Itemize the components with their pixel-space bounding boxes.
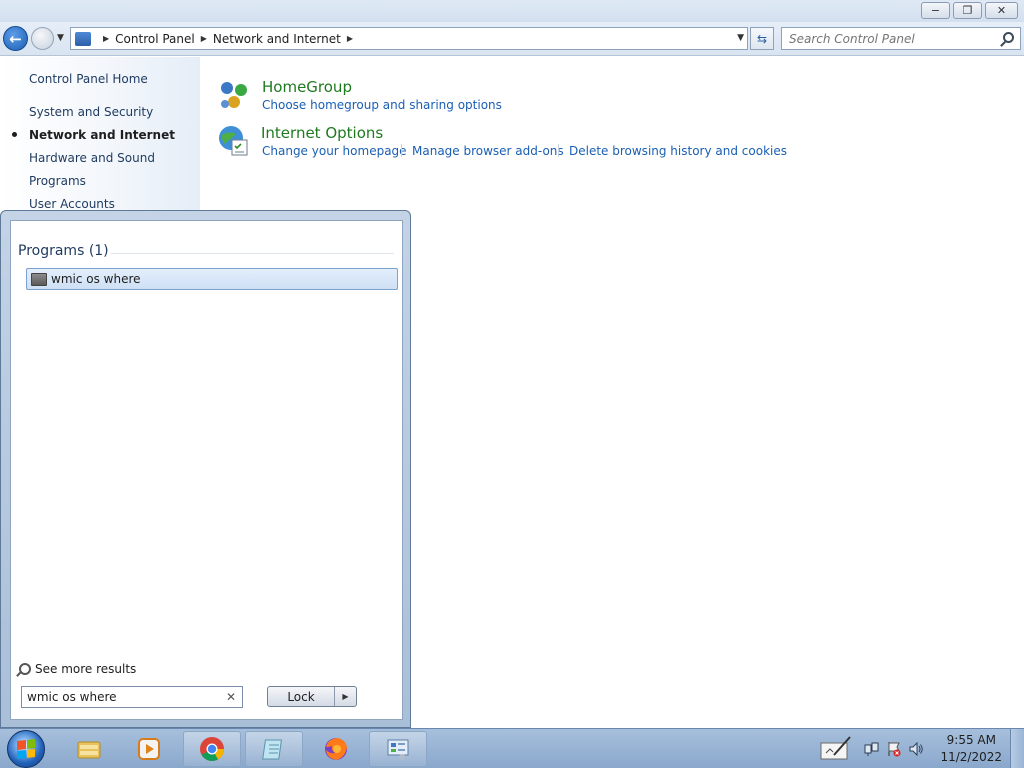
windows-logo-icon bbox=[17, 739, 35, 759]
system-tray: 9:55 AM 11/2/2022 bbox=[814, 729, 1024, 768]
taskbar-media-player[interactable] bbox=[120, 731, 178, 767]
media-player-icon bbox=[138, 738, 160, 760]
taskbar-control-panel[interactable] bbox=[369, 731, 427, 767]
clock-date[interactable]: 11/2/2022 bbox=[940, 750, 1002, 764]
restore-button[interactable]: ❐ bbox=[953, 2, 982, 19]
sidebar-item-hardware-and-sound[interactable]: Hardware and Sound bbox=[29, 151, 155, 165]
volume-icon[interactable] bbox=[908, 741, 924, 757]
refresh-icon: ⇆ bbox=[756, 31, 768, 46]
taskbar-notepad[interactable] bbox=[245, 731, 303, 767]
sidebar-item-programs[interactable]: Programs bbox=[29, 174, 86, 188]
shutdown-options-arrow-icon[interactable]: ▶ bbox=[335, 687, 356, 706]
minimize-button[interactable]: − bbox=[921, 2, 950, 19]
start-search-input[interactable] bbox=[22, 687, 217, 707]
search-result-label: wmic os where bbox=[51, 272, 141, 286]
link-separator bbox=[401, 144, 402, 157]
network-icon[interactable] bbox=[864, 741, 880, 757]
link-separator bbox=[558, 144, 559, 157]
close-button[interactable]: ✕ bbox=[985, 2, 1018, 19]
homegroup-title[interactable]: HomeGroup bbox=[262, 78, 352, 96]
sidebar-item-user-accounts[interactable]: User Accounts bbox=[29, 197, 115, 211]
program-icon bbox=[31, 272, 47, 286]
programs-section-header: Programs (1) bbox=[18, 243, 109, 259]
forward-button[interactable] bbox=[31, 27, 54, 50]
control-panel-icon bbox=[75, 31, 91, 46]
window-titlebar: − ❐ ✕ bbox=[0, 0, 1024, 22]
start-button[interactable] bbox=[7, 730, 45, 768]
firefox-icon bbox=[325, 738, 347, 760]
breadcrumb-control-panel[interactable]: Control Panel bbox=[115, 32, 195, 46]
lock-button[interactable]: Lock bbox=[268, 687, 335, 706]
search-box bbox=[781, 27, 1021, 50]
magnifier-icon bbox=[16, 662, 31, 676]
notepad-icon bbox=[262, 739, 283, 760]
sidebar-item-control-panel-home[interactable]: Control Panel Home bbox=[29, 72, 148, 86]
see-more-label: See more results bbox=[35, 662, 137, 676]
internet-options-icon bbox=[219, 126, 248, 156]
restore-icon: ❐ bbox=[962, 4, 973, 17]
start-search-box: ✕ bbox=[21, 686, 243, 708]
recent-pages-dropdown[interactable]: ▼ bbox=[57, 33, 64, 43]
taskbar-firefox[interactable] bbox=[307, 731, 365, 767]
clock-time[interactable]: 9:55 AM bbox=[947, 733, 996, 747]
internet-options-title[interactable]: Internet Options bbox=[261, 124, 383, 142]
delete-browsing-history-link[interactable]: Delete browsing history and cookies bbox=[569, 144, 787, 158]
taskbar: 9:55 AM 11/2/2022 bbox=[0, 728, 1024, 768]
start-menu: Programs (1) wmic os where See more resu… bbox=[0, 210, 411, 728]
refresh-button[interactable]: ⇆ bbox=[750, 27, 774, 50]
action-center-flag-icon[interactable] bbox=[886, 741, 902, 757]
back-button[interactable]: ← bbox=[3, 26, 28, 51]
chrome-icon bbox=[200, 737, 224, 762]
breadcrumb-chevron-icon[interactable]: ▶ bbox=[201, 34, 207, 43]
lock-split-button: Lock ▶ bbox=[267, 686, 357, 707]
minimize-icon: − bbox=[930, 4, 941, 17]
taskbar-explorer[interactable] bbox=[60, 731, 118, 767]
section-divider bbox=[111, 253, 394, 254]
pen-input-icon[interactable] bbox=[820, 735, 852, 761]
navigation-bar: ← ▼ ▶ Control Panel ▶ Network and Intern… bbox=[0, 22, 1024, 56]
change-homepage-link[interactable]: Change your homepage bbox=[262, 144, 407, 158]
see-more-results-link[interactable]: See more results bbox=[16, 662, 136, 676]
breadcrumb-chevron-icon[interactable]: ▶ bbox=[347, 34, 353, 43]
search-icon[interactable] bbox=[1003, 32, 1014, 43]
back-arrow-icon: ← bbox=[9, 29, 22, 48]
clear-search-icon[interactable]: ✕ bbox=[226, 690, 236, 704]
window-controls: − ❐ ✕ bbox=[921, 2, 1018, 19]
active-item-bullet bbox=[12, 132, 17, 137]
sidebar-item-network-and-internet[interactable]: Network and Internet bbox=[29, 128, 175, 142]
homegroup-icon bbox=[221, 82, 247, 108]
address-bar[interactable]: ▶ Control Panel ▶ Network and Internet ▶… bbox=[70, 27, 748, 50]
taskbar-chrome[interactable] bbox=[183, 731, 241, 767]
search-input[interactable] bbox=[782, 28, 992, 49]
show-desktop-button[interactable] bbox=[1010, 729, 1024, 768]
breadcrumb-chevron-icon[interactable]: ▶ bbox=[103, 34, 109, 43]
manage-addons-link[interactable]: Manage browser add-ons bbox=[412, 144, 564, 158]
breadcrumb-network-and-internet[interactable]: Network and Internet bbox=[213, 32, 341, 46]
sidebar-item-system-and-security[interactable]: System and Security bbox=[29, 105, 153, 119]
search-results-pane: Programs (1) wmic os where See more resu… bbox=[10, 220, 403, 720]
choose-homegroup-link[interactable]: Choose homegroup and sharing options bbox=[262, 98, 502, 112]
control-panel-icon bbox=[387, 739, 409, 760]
windows-explorer-icon bbox=[77, 741, 101, 759]
address-dropdown-icon[interactable]: ▼ bbox=[737, 33, 744, 43]
search-result-item[interactable]: wmic os where bbox=[26, 268, 398, 290]
close-icon: ✕ bbox=[996, 4, 1007, 17]
